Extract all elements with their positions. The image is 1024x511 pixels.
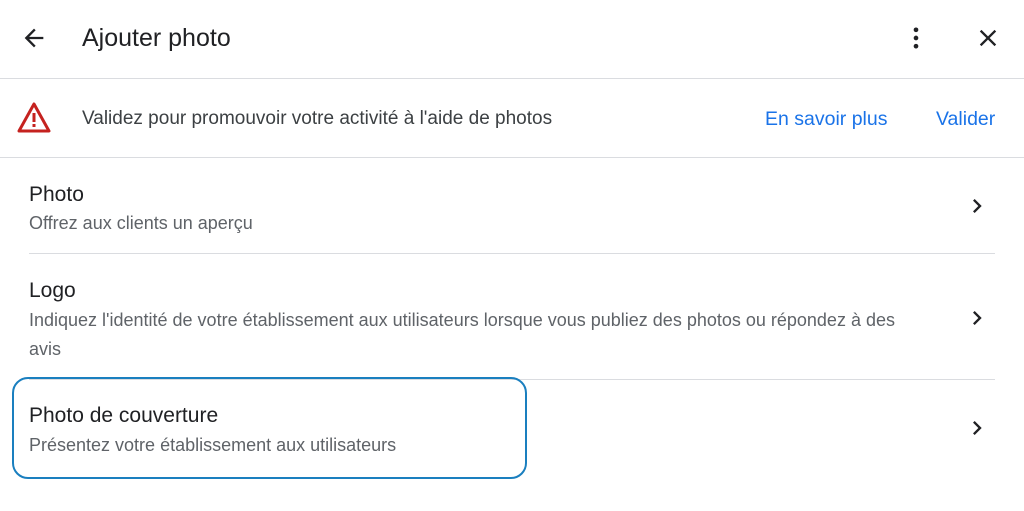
item-title: Photo <box>29 183 84 206</box>
list-item-cover-photo[interactable]: Photo de couverture Présentez votre étab… <box>0 380 1024 480</box>
chevron-right-icon <box>963 414 991 442</box>
list-item-photo[interactable]: Photo Offrez aux clients un aperçu <box>0 160 1024 253</box>
item-title: Logo <box>29 279 76 302</box>
more-options-button[interactable] <box>896 18 936 58</box>
item-description: Indiquez l'identité de votre établisseme… <box>29 310 895 359</box>
item-description: Offrez aux clients un aperçu <box>29 213 253 233</box>
more-vert-icon <box>913 27 919 49</box>
arrow-back-icon <box>24 28 44 48</box>
chevron-right-icon <box>963 192 991 220</box>
banner-message: Validez pour promouvoir votre activité à… <box>82 108 553 129</box>
learn-more-link[interactable]: En savoir plus <box>765 107 887 131</box>
validate-link[interactable]: Valider <box>936 107 995 131</box>
app-header: Ajouter photo <box>0 0 1024 79</box>
warning-icon <box>17 102 51 133</box>
item-description: Présentez votre établissement aux utilis… <box>29 435 397 455</box>
close-icon <box>979 29 997 47</box>
chevron-right-icon <box>963 304 991 332</box>
item-title: Photo de couverture <box>29 404 219 427</box>
close-button[interactable] <box>968 18 1008 58</box>
page-title: Ajouter photo <box>82 24 231 52</box>
list-item-logo[interactable]: Logo Indiquez l'identité de votre établi… <box>0 254 1024 379</box>
back-button[interactable] <box>14 18 54 58</box>
